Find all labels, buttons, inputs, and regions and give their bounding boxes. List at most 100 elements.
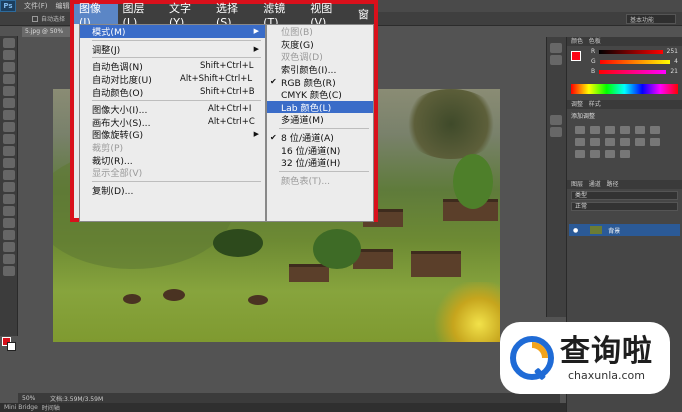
character-icon[interactable] [550,115,562,125]
channel-mixer-icon[interactable] [620,138,630,146]
blend-mode-select[interactable]: 正常 [571,202,678,211]
path-select-tool-icon[interactable] [3,230,15,240]
pen-tool-icon[interactable] [3,206,15,216]
tab-channels[interactable]: 通道 [589,181,601,188]
zoom-tool-icon[interactable] [3,266,15,276]
invert-icon[interactable] [650,138,660,146]
vibrance-icon[interactable] [635,126,645,134]
tab-paths[interactable]: 路径 [607,181,619,188]
auto-select-checkbox[interactable] [32,15,38,22]
quick-select-tool-icon[interactable] [3,74,15,84]
eyedropper-tool-icon[interactable] [3,98,15,108]
paragraph-icon[interactable] [550,127,562,137]
document-tab[interactable]: 5.jpg @ 50% [22,27,70,37]
eye-icon[interactable]: ● [573,227,578,234]
gradient-tool-icon[interactable] [3,170,15,180]
background-color-swatch[interactable] [7,342,16,351]
history-brush-tool-icon[interactable] [3,146,15,156]
mode-16bit[interactable]: 16 位/通道(N) [267,143,373,157]
b-value[interactable]: 21 [670,68,678,75]
image-menu-auto-color[interactable]: 自动颜色(O) Shift+Ctrl+B [80,85,265,99]
gradient-map-icon[interactable] [605,150,615,158]
mode-rgb[interactable]: ✔ RGB 颜色(R) [267,75,373,89]
tab-color[interactable]: 颜色 [571,38,583,45]
g-label: G [591,58,596,65]
r-value[interactable]: 251 [667,48,678,55]
shape-tool-icon[interactable] [3,242,15,252]
curves-icon[interactable] [605,126,615,134]
properties-icon[interactable] [550,55,562,65]
menu-type[interactable]: 文字(Y) [164,2,211,29]
healing-tool-icon[interactable] [3,110,15,120]
lasso-tool-icon[interactable] [3,62,15,72]
color-balance-icon[interactable] [575,138,585,146]
selective-color-icon[interactable] [620,150,630,158]
g-value[interactable]: 4 [674,58,678,65]
marquee-tool-icon[interactable] [3,50,15,60]
image-menu-image-size[interactable]: 图像大小(I)... Alt+Ctrl+I [80,103,265,116]
mode-8bit[interactable]: ✔ 8 位/通道(A) [267,131,373,145]
layer-row-background[interactable]: ● 背景 [569,224,680,236]
menu-view[interactable]: 视图(V) [305,2,353,29]
bw-icon[interactable] [590,138,600,146]
mode-multichannel[interactable]: 多通道(M) [267,113,373,126]
menu-window[interactable]: 窗 [353,4,374,24]
status-bar: 50% 文档:3.59M/3.59M [18,393,560,403]
r-slider[interactable] [599,49,663,54]
hand-tool-icon[interactable] [3,254,15,264]
stamp-tool-icon[interactable] [3,134,15,144]
threshold-icon[interactable] [590,150,600,158]
mode-grayscale[interactable]: 灰度(G) [267,38,373,51]
image-menu-auto-tone[interactable]: 自动色调(N) Shift+Ctrl+L [80,60,265,73]
color-spectrum[interactable] [571,84,678,94]
tab-swatches[interactable]: 色板 [589,38,601,45]
menu-filter[interactable]: 滤镜(T) [258,2,305,29]
tab-adjustments[interactable]: 调整 [571,101,583,108]
tab-layers[interactable]: 图层 [571,181,583,188]
color-panel-tabs[interactable]: 颜色 色板 [567,37,682,46]
tab-timeline[interactable]: 时间轴 [42,403,60,412]
image-menu-mode[interactable]: 模式(M) ▶ [80,25,265,38]
g-slider[interactable] [599,59,671,64]
levels-icon[interactable] [590,126,600,134]
menu-image[interactable]: 图像(I) [74,2,118,29]
color-fg-swatch[interactable] [571,51,581,61]
brush-tool-icon[interactable] [3,122,15,132]
tab-mini-bridge[interactable]: Mini Bridge [4,404,38,411]
menu-layer[interactable]: 图层(L) [118,2,164,29]
image-menu-auto-contrast[interactable]: 自动对比度(U) Alt+Shift+Ctrl+L [80,73,265,86]
image-menu-rotation[interactable]: 图像旋转(G) ▶ [80,128,265,141]
brightness-icon[interactable] [575,126,585,134]
crop-tool-icon[interactable] [3,86,15,96]
mode-indexed-color[interactable]: 索引颜色(I)... [267,63,373,76]
posterize-icon[interactable] [575,150,585,158]
hsl-icon[interactable] [650,126,660,134]
layer-kind-filter[interactable]: 类型 [571,191,678,200]
mode-lab[interactable]: Lab 颜色(L) [267,100,373,114]
history-icon[interactable] [550,43,562,53]
menu-select[interactable]: 选择(S) [211,2,258,29]
mode-cmyk[interactable]: CMYK 颜色(C) [267,88,373,101]
image-menu-canvas-size[interactable]: 画布大小(S)... Alt+Ctrl+C [80,116,265,129]
dodge-tool-icon[interactable] [3,194,15,204]
bush [213,229,263,257]
menu-edit[interactable]: 编辑 [56,1,70,11]
zoom-level[interactable]: 50% [18,395,50,402]
workspace-select[interactable]: 基本功能 [626,14,676,24]
eraser-tool-icon[interactable] [3,158,15,168]
adjust-panel-tabs[interactable]: 调整 样式 [567,100,682,109]
layers-panel-tabs[interactable]: 图层 通道 路径 [567,180,682,189]
blur-tool-icon[interactable] [3,182,15,192]
image-menu-adjust[interactable]: 调整(J) ▶ [80,43,265,56]
image-menu-duplicate[interactable]: 复制(D)... [80,184,265,197]
tab-styles[interactable]: 样式 [589,101,601,108]
b-slider[interactable] [599,69,667,74]
exposure-icon[interactable] [620,126,630,134]
type-tool-icon[interactable] [3,218,15,228]
mode-32bit[interactable]: 32 位/通道(H) [267,156,373,169]
image-menu-trim[interactable]: 裁切(R)... [80,153,265,167]
move-tool-icon[interactable] [3,38,15,48]
menu-file[interactable]: 文件(F) [24,1,48,11]
photo-filter-icon[interactable] [605,138,615,146]
lookup-icon[interactable] [635,138,645,146]
